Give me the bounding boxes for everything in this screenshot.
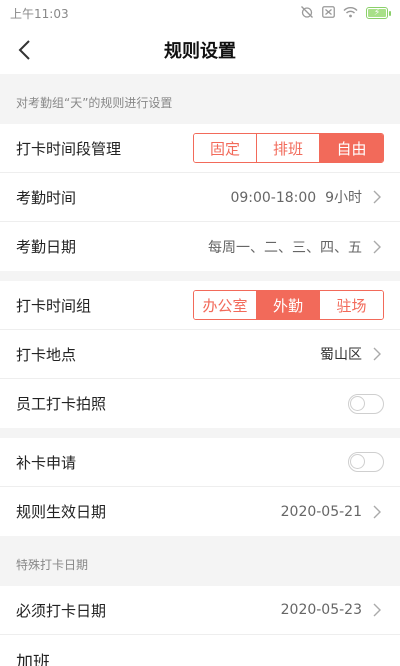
row-attendance-time[interactable]: 考勤时间 09:00-18:00 9小时: [0, 173, 400, 222]
segment-onsite[interactable]: 驻场: [320, 291, 383, 319]
wifi-icon: [343, 6, 358, 21]
attendance-time-label: 考勤时间: [16, 188, 77, 207]
alarm-off-icon: [300, 5, 314, 22]
row-time-mgmt: 打卡时间段管理 固定 排班 自由: [0, 124, 400, 173]
segment-shift[interactable]: 排班: [257, 134, 320, 162]
segment-office[interactable]: 办公室: [194, 291, 257, 319]
attendance-date-value: 每周一、二、三、四、五: [208, 239, 362, 256]
section-caption-rules: 对考勤组“天”的规则进行设置: [16, 96, 173, 110]
attendance-time-value: 09:00-18:00 9小时: [230, 190, 362, 206]
row-photo: 员工打卡拍照: [0, 379, 400, 428]
makeup-label: 补卡申请: [16, 453, 77, 472]
status-icons: ⚡: [300, 5, 391, 22]
chevron-right-icon: [370, 505, 384, 519]
location-value: 蜀山区: [320, 347, 362, 363]
chevron-right-icon: [370, 240, 384, 254]
chevron-right-icon: [370, 190, 384, 204]
chevron-left-icon: [18, 40, 30, 60]
time-group-label: 打卡时间组: [16, 296, 92, 315]
must-date-label: 必须打卡日期: [16, 601, 107, 620]
segment-fixed[interactable]: 固定: [194, 134, 257, 162]
group-makeup: 补卡申请 规则生效日期 2020-05-21: [0, 438, 400, 536]
row-time-group: 打卡时间组 办公室 外勤 驻场: [0, 281, 400, 330]
location-label: 打卡地点: [16, 345, 77, 364]
segment-free[interactable]: 自由: [320, 134, 383, 162]
row-attendance-date[interactable]: 考勤日期 每周一、二、三、四、五: [0, 222, 400, 271]
section-caption-special: 特殊打卡日期: [16, 558, 89, 572]
row-location[interactable]: 打卡地点 蜀山区: [0, 330, 400, 379]
row-overtime[interactable]: 加班: [0, 635, 400, 666]
attendance-date-label: 考勤日期: [16, 238, 77, 256]
chevron-right-icon: [370, 603, 384, 617]
time-mgmt-segmented-control: 固定 排班 自由: [193, 133, 384, 163]
nav-bar: 规则设置: [0, 26, 400, 74]
status-time: 上午11:03: [10, 6, 69, 21]
group-special: 必须打卡日期 2020-05-23 加班: [0, 586, 400, 666]
must-date-value: 2020-05-23: [280, 602, 362, 618]
status-bar: 上午11:03 ⚡: [0, 0, 400, 26]
page-title: 规则设置: [164, 41, 236, 62]
photo-label: 员工打卡拍照: [16, 395, 107, 413]
group-location: 打卡时间组 办公室 外勤 驻场 打卡地点 蜀山区 员工打卡拍照: [0, 281, 400, 428]
row-must-date[interactable]: 必须打卡日期 2020-05-23: [0, 586, 400, 635]
chevron-right-icon: [370, 347, 384, 361]
group-schedule: 打卡时间段管理 固定 排班 自由 考勤时间 09:00-18:00 9小时 考勤…: [0, 124, 400, 271]
time-group-segmented-control: 办公室 外勤 驻场: [193, 290, 384, 320]
time-mgmt-label: 打卡时间段管理: [16, 139, 122, 158]
overtime-label: 加班: [16, 652, 50, 666]
makeup-toggle[interactable]: [348, 452, 384, 472]
effective-date-value: 2020-05-21: [280, 503, 362, 520]
effective-date-label: 规则生效日期: [16, 503, 107, 521]
photo-toggle[interactable]: [348, 393, 384, 414]
battery-icon: ⚡: [366, 7, 391, 19]
row-effective-date[interactable]: 规则生效日期 2020-05-21: [0, 487, 400, 536]
sim-off-icon: [322, 5, 335, 21]
back-button[interactable]: [10, 36, 38, 64]
segment-field[interactable]: 外勤: [257, 291, 320, 319]
row-makeup: 补卡申请: [0, 438, 400, 487]
